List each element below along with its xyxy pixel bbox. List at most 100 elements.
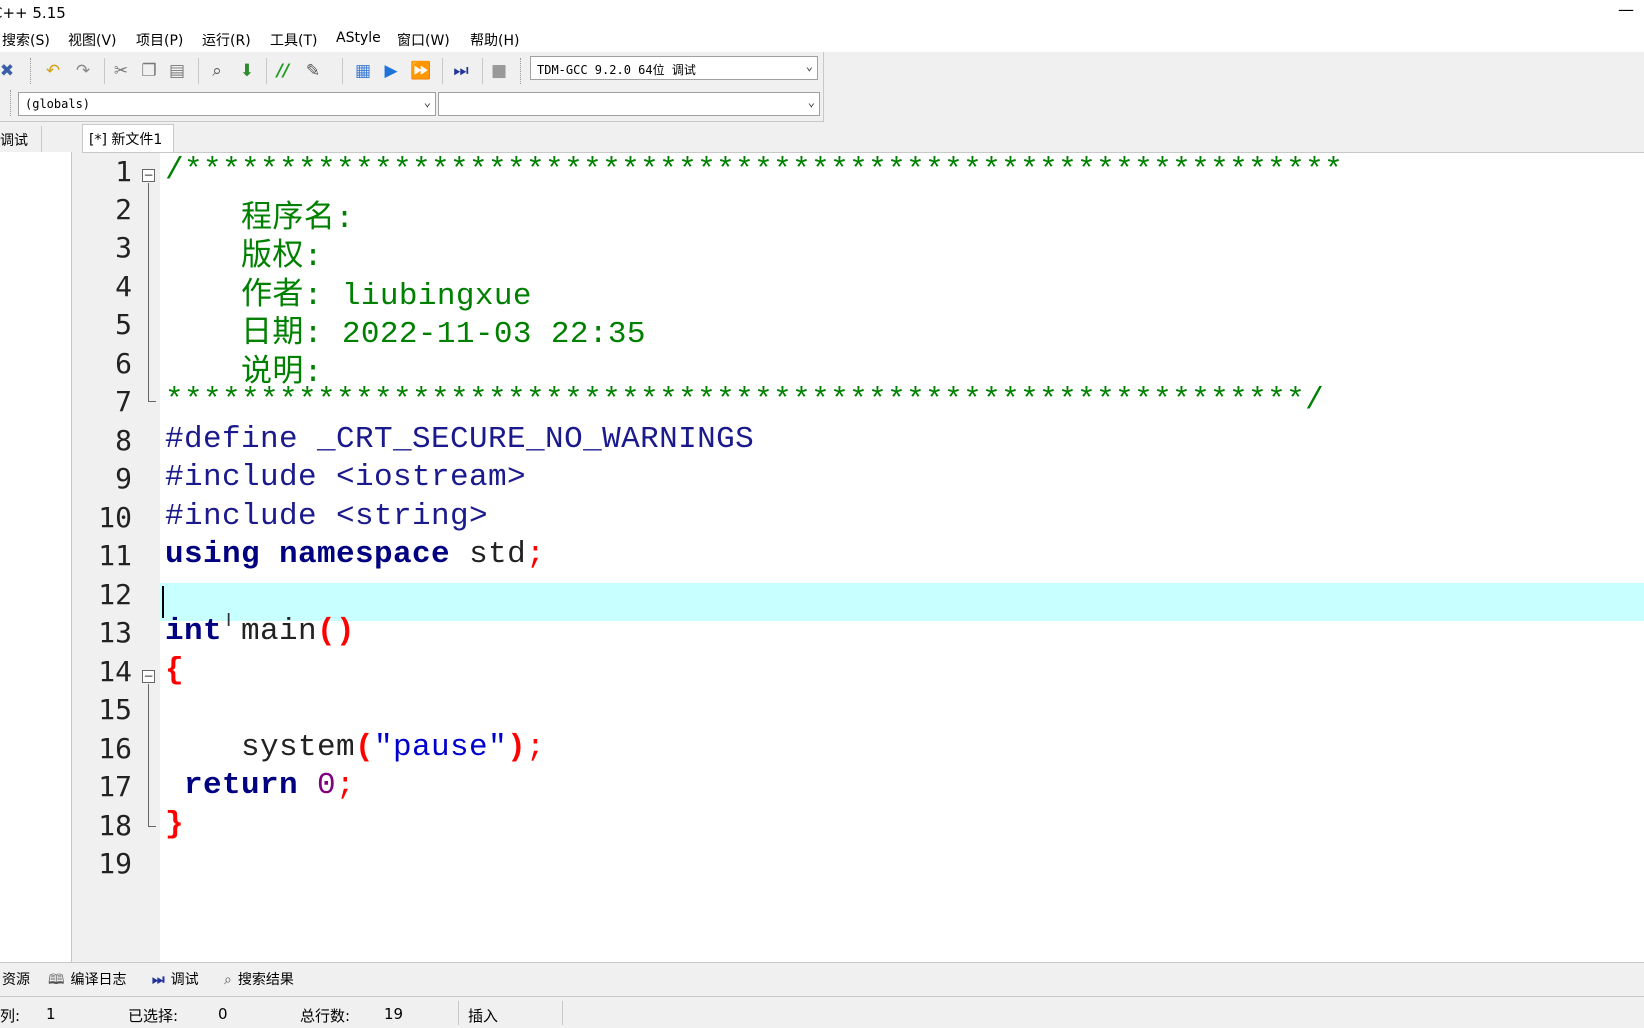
close-file-icon[interactable]: ✖ [0,60,18,82]
fold-line [148,684,149,826]
run-icon[interactable]: ▶ [380,60,402,82]
code-line: #include <string> [165,499,489,534]
line-number: 4 [115,270,132,303]
format-icon[interactable]: ✎ [302,60,324,82]
code-line: #include <iostream> [165,460,527,495]
chevron-down-icon: ⌄ [805,59,813,73]
line-number: 3 [115,231,132,264]
cut-icon[interactable]: ✂ [110,60,132,82]
status-separator [562,1001,563,1025]
ide-window: C++ 5.15 — 搜索(S) 视图(V) 项目(P) 运行(R) 工具(T)… [0,0,1644,1028]
book-icon: 🕮 [48,972,65,988]
menu-search[interactable]: 搜索(S) [2,30,50,50]
status-selected-value: 0 [218,1005,228,1023]
toolbar-separator [104,58,105,84]
line-number: 6 [115,347,132,380]
menu-help[interactable]: 帮助(H) [470,30,519,50]
ibeam-cursor-icon: I [226,610,232,631]
find-icon[interactable]: ⌕ [206,60,228,82]
bottom-panel-tabs: 资源 🕮 编译日志 ⏭ 调试 ⌕ 搜索结果 [0,962,1644,996]
debug-step-icon: ⏭ [152,972,165,988]
menu-tools[interactable]: 工具(T) [270,30,317,50]
fold-collapse-icon[interactable]: − [142,670,155,683]
menu-run[interactable]: 运行(R) [202,30,251,50]
code-line: } [165,807,184,842]
menu-project[interactable]: 项目(P) [136,30,183,50]
undo-icon[interactable]: ↶ [42,60,64,82]
code-editor[interactable]: 1 2 3 4 5 6 7 8 9 10 11 12 13 14 15 16 1… [82,152,1644,963]
tab-new-file[interactable]: [*] 新文件1 [82,124,174,152]
text-caret [162,586,164,618]
symbol: ) [507,730,527,765]
minimize-button[interactable]: — [1618,0,1634,19]
toolbar-separator [198,58,199,84]
line-number: 2 [115,193,132,226]
status-total-lines-label: 总行数: [300,1007,351,1025]
line-number: 19 [98,847,132,880]
menu-view[interactable]: 视图(V) [68,30,117,50]
compiler-select-value: TDM-GCC 9.2.0 64位 调试 [537,63,696,77]
symbol: { [165,653,185,688]
code-line: using namespace std; [165,537,545,572]
status-bar: 列: 1 已选择: 0 总行数: 19 插入 [0,996,1644,1028]
fold-collapse-icon[interactable]: − [142,169,155,182]
redo-icon[interactable]: ↷ [72,60,94,82]
line-number: 5 [115,308,132,341]
stop-icon[interactable]: ■ [488,60,510,82]
toolbar-grip[interactable] [30,58,33,84]
code-line: int main() [165,614,355,649]
toolbar-separator [266,58,267,84]
fold-line [148,183,149,401]
line-number: 15 [98,693,132,726]
identifier: system [165,730,356,765]
line-number: 14 [98,655,132,688]
tab-resources[interactable]: 资源 [2,969,30,989]
menu-astyle[interactable]: AStyle [336,30,381,46]
tab-debug[interactable]: ⏭ 调试 [152,969,199,989]
symbol: () [317,614,356,649]
tab-compile-log-label: 编译日志 [70,972,127,988]
line-number: 11 [98,539,132,572]
scope-select[interactable]: (globals) ⌄ [18,92,436,116]
debug-icon[interactable]: ⏭ [450,60,472,82]
compile-run-icon[interactable]: ⏩ [410,60,432,82]
fold-end [148,826,156,827]
toolbar-grip[interactable] [10,90,13,116]
compiler-select[interactable]: TDM-GCC 9.2.0 64位 调试 ⌄ [530,56,818,80]
line-number: 8 [115,424,132,457]
code-line: { [165,653,184,688]
tab-search-results[interactable]: ⌕ 搜索结果 [224,969,294,989]
status-selected-label: 已选择: [128,1007,179,1025]
line-number: 18 [98,809,132,842]
symbol: ( [355,730,375,765]
menu-bar: 搜索(S) 视图(V) 项目(P) 运行(R) 工具(T) AStyle 窗口(… [0,26,1644,52]
code-line: return 0; [165,768,355,803]
keyword: using [165,537,261,572]
window-title: C++ 5.15 [0,4,66,22]
symbol: ; [526,730,546,765]
compile-icon[interactable]: ▦ [352,60,374,82]
line-number: 17 [98,770,132,803]
line-number: 16 [98,732,132,765]
status-separator [458,1001,459,1025]
status-insert-mode: 插入 [468,1007,499,1025]
member-select[interactable]: ⌄ [438,92,820,116]
menu-window[interactable]: 窗口(W) [397,30,450,50]
toolbar-grip[interactable] [520,58,523,84]
copy-icon[interactable]: ❐ [138,60,160,82]
tab-debug-label: 调试 [170,972,199,988]
symbol: ; [336,768,356,803]
goto-icon[interactable]: ⬇ [236,60,258,82]
comment-icon[interactable]: // [272,60,294,82]
status-col-label: 列: [0,1007,21,1025]
paste-icon[interactable]: ▤ [166,60,188,82]
number: 0 [298,768,337,803]
tab-resources-label: 资源 [2,972,30,988]
status-total-lines-value: 19 [384,1005,404,1023]
line-number: 13 [98,616,132,649]
keyword: return [165,768,299,803]
chevron-down-icon: ⌄ [423,95,431,109]
tab-debug-panel[interactable]: 调试 [0,126,42,152]
tab-compile-log[interactable]: 🕮 编译日志 [48,969,127,993]
title-bar: C++ 5.15 — [0,0,1644,26]
